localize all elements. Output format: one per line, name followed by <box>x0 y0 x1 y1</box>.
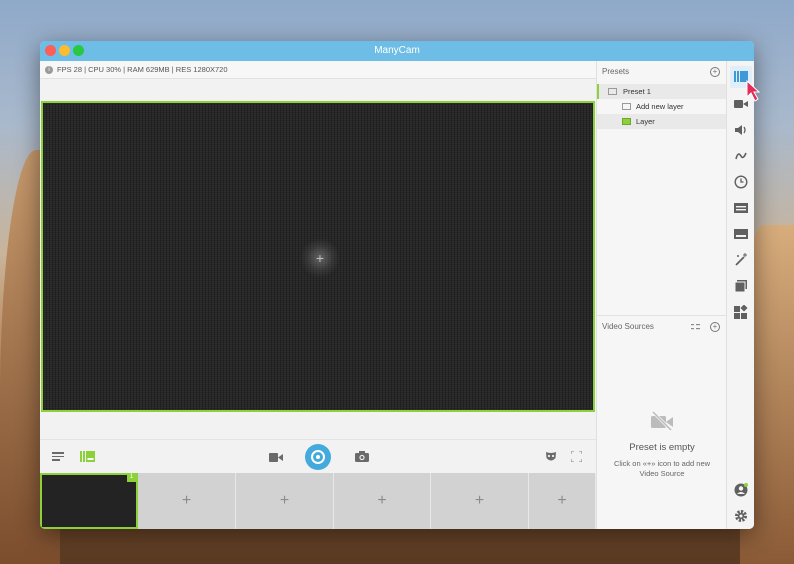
layer-item[interactable]: Layer <box>597 114 727 129</box>
scene-tile-1[interactable]: 1 <box>40 473 138 529</box>
drawing-icon[interactable] <box>734 149 748 163</box>
add-video-source-button[interactable]: + <box>710 322 720 332</box>
face-mask-icon[interactable] <box>545 451 557 463</box>
main-preview[interactable]: + <box>41 101 595 412</box>
presets-header: Presets + <box>597 61 727 83</box>
volume-icon[interactable] <box>734 123 748 137</box>
video-sources-header: Video Sources + <box>597 315 727 337</box>
preset-thumbnail-icon <box>608 88 617 95</box>
add-layer-icon <box>622 103 631 110</box>
control-bar <box>40 439 596 472</box>
right-toolbar <box>726 61 754 529</box>
playlist-icon[interactable] <box>52 452 64 462</box>
video-sources-title: Video Sources <box>602 322 654 331</box>
minimize-window-button[interactable] <box>59 45 70 56</box>
add-preset-button[interactable]: + <box>710 67 720 77</box>
scene-strip: 1 + + + + + <box>40 473 596 529</box>
layer-icon <box>622 118 631 125</box>
video-camera-icon[interactable] <box>269 453 283 462</box>
settings-gear-icon[interactable] <box>734 509 748 523</box>
preset-item[interactable]: Preset 1 <box>597 84 727 99</box>
zoom-window-button[interactable] <box>73 45 84 56</box>
sort-list-icon[interactable] <box>691 324 700 330</box>
images-icon[interactable] <box>734 279 748 293</box>
scene-tile-add[interactable]: + <box>529 473 596 529</box>
video-off-icon <box>651 411 673 431</box>
clock-icon[interactable] <box>734 175 748 189</box>
presets-title: Presets <box>602 67 630 76</box>
presets-panel: Presets + Preset 1 Add new layer Layer V… <box>596 61 727 529</box>
info-icon[interactable]: i <box>45 66 53 74</box>
layer-label: Layer <box>636 117 655 126</box>
add-source-button[interactable]: + <box>300 238 340 278</box>
close-window-button[interactable] <box>45 45 56 56</box>
title-icon[interactable] <box>734 227 748 241</box>
status-text: FPS 28 | CPU 30% | RAM 629MB | RES 1280X… <box>57 65 228 74</box>
scene-live-badge: 1 <box>127 473 136 482</box>
effects-wand-icon[interactable] <box>734 253 748 267</box>
title-bar: ManyCam <box>40 41 754 61</box>
layout-grid-icon[interactable] <box>80 451 95 462</box>
scene-tile-add[interactable]: + <box>138 473 236 529</box>
preset-label: Preset 1 <box>623 87 651 96</box>
scene-tile-add[interactable]: + <box>431 473 529 529</box>
pointer-cursor-icon <box>746 79 761 102</box>
fullscreen-icon[interactable] <box>571 451 582 462</box>
add-layer-label: Add new layer <box>636 102 684 111</box>
account-icon[interactable] <box>734 483 748 497</box>
empty-state-description: Click on «+» icon to add new Video Sourc… <box>613 459 711 478</box>
scene-tile-add[interactable]: + <box>334 473 431 529</box>
status-bar: i FPS 28 | CPU 30% | RAM 629MB | RES 128… <box>40 61 596 79</box>
manycam-window: ManyCam i FPS 28 | CPU 30% | RAM 629MB |… <box>40 41 754 529</box>
lower-thirds-icon[interactable] <box>734 201 748 215</box>
empty-state-title: Preset is empty <box>629 442 695 453</box>
snapshot-camera-icon[interactable] <box>355 451 369 462</box>
widgets-icon[interactable] <box>734 305 748 319</box>
scene-tile-add[interactable]: + <box>236 473 334 529</box>
broadcast-button[interactable] <box>305 444 331 470</box>
window-title: ManyCam <box>374 45 420 56</box>
add-layer-item[interactable]: Add new layer <box>597 99 727 114</box>
